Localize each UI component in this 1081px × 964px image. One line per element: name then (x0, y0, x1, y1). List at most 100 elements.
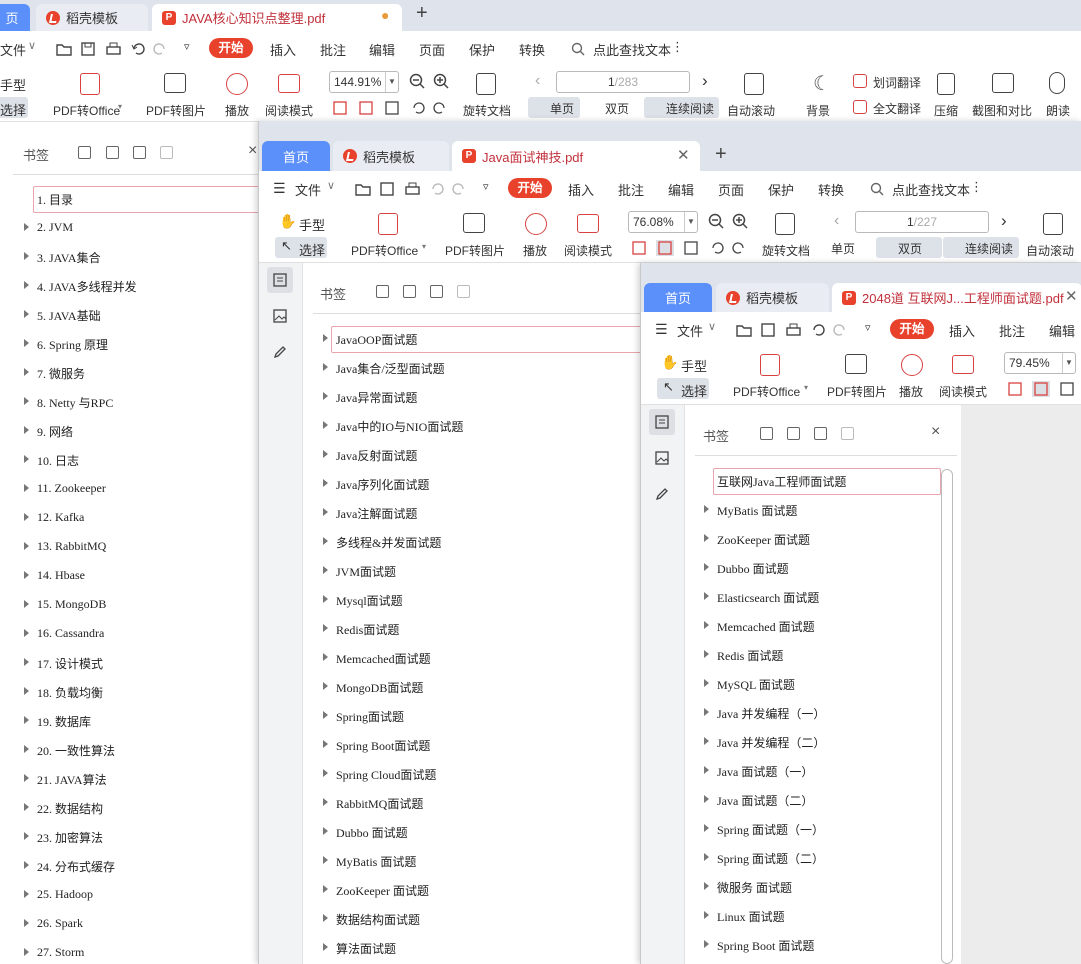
expand-caret-icon[interactable] (24, 252, 29, 260)
bookmark-item[interactable]: 多线程&并发面试题 (303, 527, 643, 556)
quick-access-icons[interactable] (736, 322, 876, 338)
expand-caret-icon[interactable] (24, 687, 29, 695)
zoom-buttons[interactable] (409, 73, 453, 91)
bookmark-view-icon[interactable] (649, 409, 675, 435)
bookmark-item[interactable]: Spring 面试题（二） (685, 843, 961, 872)
bookmark-item[interactable]: Java中的IO与NIO面试题 (303, 411, 643, 440)
expand-caret-icon[interactable] (323, 421, 328, 429)
expand-caret-icon[interactable] (323, 392, 328, 400)
bookmark-item[interactable]: Memcached 面试题 (685, 611, 961, 640)
pdf-to-office-button[interactable]: PDF转Office (351, 242, 418, 259)
bookmark-item[interactable]: 14. Hbase (0, 561, 258, 590)
page-input[interactable]: 1/283 (556, 71, 690, 93)
expand-caret-icon[interactable] (24, 368, 29, 376)
tab-docer[interactable]: 稻壳模板 (716, 283, 829, 312)
bookmark-item[interactable]: Java序列化面试题 (303, 469, 643, 498)
bookmark-item[interactable]: Java 并发编程（一） (685, 698, 961, 727)
new-tab-button[interactable]: + (715, 143, 727, 166)
read-mode-button[interactable]: 阅读模式 (265, 102, 313, 119)
expand-caret-icon[interactable] (704, 882, 709, 890)
play-button[interactable]: 播放 (899, 383, 923, 400)
bookmark-item[interactable]: 6. Spring 原理 (0, 329, 258, 358)
bookmark-item[interactable]: Redis面试题 (303, 614, 643, 643)
tab-home[interactable]: 首页 (644, 283, 712, 312)
bookmark-item[interactable]: 数据结构面试题 (303, 904, 643, 933)
bookmark-item[interactable]: 8. Netty 与RPC (0, 387, 258, 416)
expand-caret-icon[interactable] (704, 737, 709, 745)
pdf-to-image-button[interactable]: PDF转图片 (445, 242, 505, 259)
zoom-buttons[interactable] (708, 213, 752, 231)
bookmark-item[interactable]: 17. 设计模式 (0, 648, 258, 677)
menu-page[interactable]: 页面 (419, 40, 445, 59)
bookmark-item[interactable]: MyBatis 面试题 (303, 846, 643, 875)
expand-caret-icon[interactable] (323, 769, 328, 777)
expand-caret-icon[interactable] (323, 740, 328, 748)
expand-caret-icon[interactable] (24, 832, 29, 840)
expand-caret-icon[interactable] (323, 914, 328, 922)
menu-edit[interactable]: 编辑 (369, 40, 395, 59)
menu-comment[interactable]: 批注 (320, 40, 346, 59)
expand-caret-icon[interactable] (704, 621, 709, 629)
rotate-button[interactable]: 旋转文档 (762, 242, 810, 259)
autoscroll-button[interactable]: 自动滚动 (727, 102, 775, 119)
bookmark-item[interactable]: Java反射面试题 (303, 440, 643, 469)
read-mode-button[interactable]: 阅读模式 (564, 242, 612, 259)
tab-document[interactable]: P Java面试神技.pdf (452, 141, 700, 171)
expand-caret-icon[interactable] (24, 919, 29, 927)
tab-document[interactable]: P JAVA核心知识点整理.pdf (152, 4, 402, 31)
bookmark-item[interactable]: 15. MongoDB (0, 590, 258, 619)
menu-insert[interactable]: 插入 (568, 180, 594, 199)
expand-caret-icon[interactable] (704, 795, 709, 803)
bookmark-item[interactable]: 23. 加密算法 (0, 822, 258, 851)
tab-home[interactable]: 首页 (262, 141, 330, 171)
bookmark-item[interactable]: 20. 一致性算法 (0, 735, 258, 764)
bookmark-item[interactable]: 13. RabbitMQ (0, 532, 258, 561)
expand-caret-icon[interactable] (24, 339, 29, 347)
bookmark-item[interactable]: MongoDB面试题 (303, 672, 643, 701)
bookmark-item[interactable]: Spring Boot 面试题 (685, 930, 961, 959)
bookmark-settings-icon[interactable] (160, 146, 173, 159)
expand-all-icon[interactable] (106, 146, 119, 159)
expand-caret-icon[interactable] (323, 595, 328, 603)
bookmark-item[interactable]: 26. Spark (0, 909, 258, 938)
bookmark-item[interactable]: Spring Boot面试题 (303, 730, 643, 759)
expand-caret-icon[interactable] (24, 716, 29, 724)
expand-caret-icon[interactable] (24, 658, 29, 666)
customize-icon[interactable]: ▿ (865, 321, 871, 334)
expand-caret-icon[interactable] (323, 653, 328, 661)
expand-caret-icon[interactable] (24, 803, 29, 811)
more-icon[interactable]: ⋮ (970, 179, 983, 195)
bookmark-item[interactable]: 算法面试题 (303, 933, 643, 962)
bookmark-settings-icon[interactable] (457, 285, 470, 298)
bookmark-item[interactable]: Java异常面试题 (303, 382, 643, 411)
expand-caret-icon[interactable] (24, 397, 29, 405)
bookmark-item[interactable]: Java集合/泛型面试题 (303, 353, 643, 382)
bookmark-item[interactable]: 7. 微服务 (0, 358, 258, 387)
bookmark-item[interactable]: 10. 日志 (0, 445, 258, 474)
expand-caret-icon[interactable] (704, 563, 709, 571)
next-page-icon[interactable]: › (702, 71, 708, 91)
chevron-down-icon[interactable]: ▾ (804, 383, 808, 392)
expand-caret-icon[interactable] (704, 708, 709, 716)
bookmark-item[interactable]: 24. 分布式缓存 (0, 851, 258, 880)
bookmark-item[interactable]: Elasticsearch 面试题 (685, 582, 961, 611)
add-bookmark-icon[interactable] (78, 146, 91, 159)
bookmark-item[interactable]: 27. Storm (0, 938, 258, 964)
expand-caret-icon[interactable] (24, 948, 29, 956)
expand-caret-icon[interactable] (24, 223, 29, 231)
single-page-button[interactable]: 单页 (831, 240, 855, 257)
expand-caret-icon[interactable] (24, 513, 29, 521)
bookmark-item[interactable]: Spring Cloud面试题 (303, 759, 643, 788)
expand-caret-icon[interactable] (24, 861, 29, 869)
bookmark-item[interactable]: Java 并发编程（二） (685, 727, 961, 756)
start-tab[interactable]: 开始 (890, 319, 934, 339)
expand-caret-icon[interactable] (323, 566, 328, 574)
expand-caret-icon[interactable] (323, 885, 328, 893)
bookmark-item[interactable]: 11. Zookeeper (0, 474, 258, 503)
quick-access-icons[interactable] (355, 181, 495, 197)
expand-caret-icon[interactable] (323, 624, 328, 632)
expand-caret-icon[interactable] (323, 682, 328, 690)
expand-caret-icon[interactable] (323, 537, 328, 545)
chevron-down-icon[interactable]: ∨ (708, 320, 716, 333)
prev-page-icon[interactable]: ‹ (535, 72, 540, 90)
